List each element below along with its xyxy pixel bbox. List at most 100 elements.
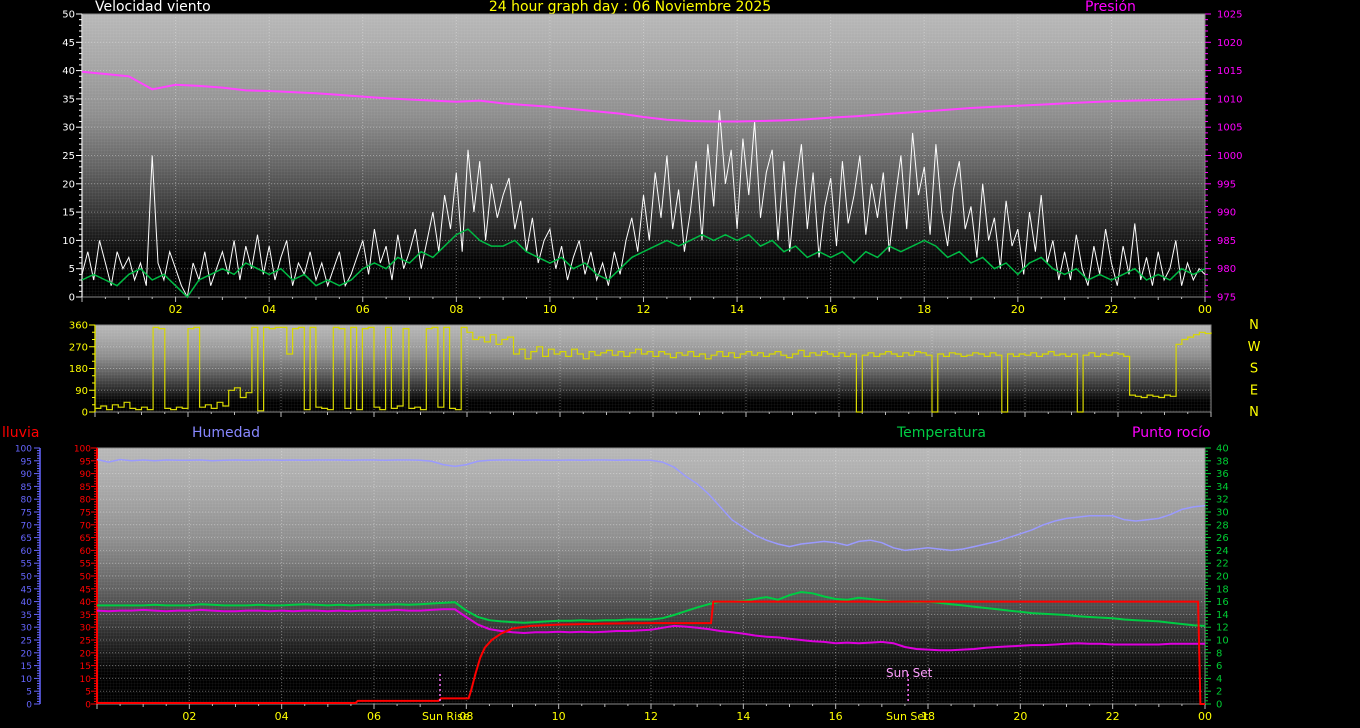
compass-letter: E (1250, 383, 1258, 398)
svg-text:04: 04 (262, 303, 276, 316)
svg-text:95: 95 (80, 457, 91, 467)
svg-text:5: 5 (69, 264, 75, 275)
svg-text:75: 75 (21, 509, 32, 519)
svg-text:0: 0 (85, 701, 91, 711)
svg-text:30: 30 (1216, 508, 1229, 519)
svg-text:06: 06 (367, 710, 381, 723)
svg-text:20: 20 (62, 179, 75, 190)
svg-text:55: 55 (21, 560, 32, 570)
compass-letter: S (1250, 362, 1258, 377)
svg-text:18: 18 (921, 710, 935, 723)
svg-text:20: 20 (1216, 572, 1229, 583)
svg-text:50: 50 (21, 573, 33, 583)
svg-text:1015: 1015 (1217, 66, 1242, 77)
svg-text:12: 12 (644, 710, 658, 723)
compass-letter: N (1249, 405, 1259, 420)
svg-text:65: 65 (80, 534, 91, 544)
svg-text:65: 65 (21, 534, 32, 544)
svg-text:1020: 1020 (1217, 38, 1242, 49)
svg-text:980: 980 (1217, 264, 1236, 275)
svg-text:34: 34 (1216, 482, 1229, 493)
svg-text:30: 30 (62, 123, 75, 134)
svg-text:06: 06 (356, 303, 370, 316)
svg-text:0: 0 (82, 408, 88, 419)
svg-text:45: 45 (80, 585, 91, 595)
svg-text:10: 10 (1216, 636, 1229, 647)
svg-text:30: 30 (21, 624, 33, 634)
svg-text:15: 15 (80, 662, 91, 672)
svg-text:0: 0 (69, 293, 75, 304)
svg-text:15: 15 (21, 662, 32, 672)
weather-graph-page: { "header": { "left_title": "Velocidad v… (0, 0, 1360, 728)
svg-text:995: 995 (1217, 179, 1236, 190)
svg-text:10: 10 (21, 675, 33, 685)
svg-text:40: 40 (62, 66, 75, 77)
svg-text:1000: 1000 (1217, 151, 1242, 162)
svg-text:270: 270 (69, 342, 88, 353)
series-dew_point (96, 608, 1205, 652)
svg-text:50: 50 (80, 573, 92, 583)
svg-text:18: 18 (917, 303, 931, 316)
svg-text:24: 24 (1216, 546, 1229, 557)
svg-text:36: 36 (1216, 469, 1229, 480)
svg-text:0: 0 (1216, 700, 1222, 711)
svg-text:25: 25 (62, 151, 75, 162)
svg-text:08: 08 (449, 303, 463, 316)
svg-text:00: 00 (1198, 710, 1212, 723)
svg-text:990: 990 (1217, 208, 1236, 219)
svg-text:30: 30 (80, 624, 92, 634)
svg-text:40: 40 (80, 598, 92, 608)
svg-text:1025: 1025 (1217, 10, 1242, 21)
svg-text:32: 32 (1216, 495, 1229, 506)
svg-text:25: 25 (21, 637, 32, 647)
chart-wind-pressure: 0510152025303540455097598098599099510001… (62, 10, 1242, 317)
svg-text:60: 60 (21, 547, 33, 557)
svg-text:10: 10 (543, 303, 557, 316)
svg-text:20: 20 (1011, 303, 1025, 316)
charts-canvas: 0510152025303540455097598098599099510001… (15, 10, 1261, 724)
svg-text:16: 16 (829, 710, 843, 723)
svg-text:90: 90 (80, 470, 92, 480)
chart-wind-direction: 0 90 180 270 360 (69, 321, 1212, 419)
svg-text:1005: 1005 (1217, 123, 1242, 134)
svg-text:85: 85 (80, 483, 91, 493)
svg-text:08: 08 (459, 710, 473, 723)
svg-text:90: 90 (75, 386, 88, 397)
svg-text:5: 5 (26, 688, 32, 698)
series-temperature (97, 590, 1206, 627)
svg-text:15: 15 (62, 208, 75, 219)
svg-text:10: 10 (80, 675, 92, 685)
svg-text:12: 12 (1216, 623, 1229, 634)
svg-text:90: 90 (21, 470, 33, 480)
series-humidity (96, 458, 1206, 552)
svg-text:8: 8 (1216, 648, 1222, 659)
svg-text:180: 180 (69, 364, 88, 375)
series-pressure (81, 70, 1206, 123)
svg-text:70: 70 (21, 521, 33, 531)
svg-text:22: 22 (1216, 559, 1229, 570)
svg-text:35: 35 (62, 94, 75, 105)
svg-text:00: 00 (1198, 303, 1212, 316)
svg-text:10: 10 (62, 236, 75, 247)
svg-text:10: 10 (552, 710, 566, 723)
svg-text:26: 26 (1216, 533, 1229, 544)
svg-text:20: 20 (21, 649, 33, 659)
svg-text:14: 14 (730, 303, 744, 316)
svg-text:40: 40 (21, 598, 33, 608)
svg-text:5: 5 (85, 688, 91, 698)
svg-text:95: 95 (21, 457, 32, 467)
svg-text:75: 75 (80, 509, 91, 519)
svg-text:360: 360 (69, 321, 88, 332)
svg-text:45: 45 (62, 38, 75, 49)
svg-text:80: 80 (80, 496, 92, 506)
chart-rain-hum-temp-dew: 0510152025303540455055606570758085909510… (15, 444, 1229, 724)
svg-text:2: 2 (1216, 687, 1222, 698)
compass-letter: W (1248, 340, 1261, 355)
svg-text:975: 975 (1217, 293, 1236, 304)
svg-text:38: 38 (1216, 456, 1229, 467)
svg-text:35: 35 (21, 611, 32, 621)
compass-letter: N (1249, 318, 1259, 333)
svg-text:20: 20 (80, 649, 92, 659)
svg-text:16: 16 (824, 303, 838, 316)
svg-text:28: 28 (1216, 520, 1229, 531)
